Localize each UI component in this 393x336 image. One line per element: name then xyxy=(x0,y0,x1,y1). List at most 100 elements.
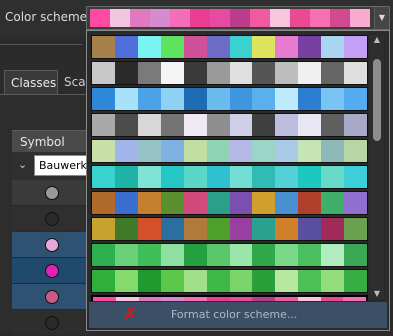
palette-swatch xyxy=(229,244,253,266)
format-color-scheme-item[interactable]: ✗ Format color scheme... xyxy=(89,302,387,328)
palette-swatch xyxy=(275,297,298,301)
palette-swatch xyxy=(183,140,207,162)
preview-swatch xyxy=(230,9,250,27)
palette-swatch xyxy=(137,218,161,240)
palette-swatch xyxy=(92,114,115,136)
palette-swatch xyxy=(298,270,322,292)
palette-swatch xyxy=(160,140,184,162)
palette-option[interactable] xyxy=(91,139,368,163)
palette-swatch xyxy=(137,270,161,292)
palette-swatch xyxy=(252,114,276,136)
palette-swatch xyxy=(275,140,299,162)
palette-swatch xyxy=(275,88,299,110)
palette-swatch xyxy=(344,244,368,266)
palette-swatch xyxy=(344,140,368,162)
preview-swatch xyxy=(270,9,290,27)
palette-swatch xyxy=(298,192,322,214)
palette-swatch xyxy=(160,218,184,240)
palette-swatch xyxy=(275,270,299,292)
palette-option[interactable] xyxy=(91,35,368,59)
palette-swatch xyxy=(229,218,253,240)
table-row[interactable] xyxy=(12,232,90,258)
palette-option[interactable] xyxy=(91,217,368,241)
color-scheme-label: Color scheme xyxy=(5,10,88,24)
preview-swatch xyxy=(110,9,130,27)
symbol-dot-icon xyxy=(45,186,59,200)
palette-swatch xyxy=(298,36,322,58)
palette-swatch xyxy=(161,297,184,301)
symbol-rows xyxy=(12,180,90,336)
table-row[interactable] xyxy=(12,258,90,284)
palette-swatch xyxy=(92,270,115,292)
scrollbar-thumb[interactable] xyxy=(373,59,381,141)
palette-swatch xyxy=(344,218,368,240)
palette-swatch xyxy=(206,192,230,214)
palette-swatch xyxy=(160,166,184,188)
palette-swatch xyxy=(114,140,138,162)
preview-swatch xyxy=(150,9,170,27)
class-name-field[interactable]: Bauwerks xyxy=(34,155,94,176)
palette-swatch xyxy=(252,192,276,214)
palette-swatch xyxy=(298,114,322,136)
table-row[interactable] xyxy=(12,284,90,310)
palette-swatch xyxy=(298,218,322,240)
palette-swatch xyxy=(275,218,299,240)
palette-option[interactable] xyxy=(91,113,368,137)
table-row[interactable]: ⌄ Bauwerks xyxy=(12,152,94,180)
palette-swatch xyxy=(297,297,321,301)
symbol-dot-icon xyxy=(45,264,59,278)
palette-swatch xyxy=(114,114,138,136)
palette-option[interactable] xyxy=(91,243,368,267)
palette-swatch xyxy=(206,297,230,301)
symbol-dot-icon xyxy=(45,290,59,304)
palette-swatch xyxy=(183,270,207,292)
palette-swatch xyxy=(114,244,138,266)
table-row[interactable] xyxy=(12,206,90,232)
palette-swatch xyxy=(275,244,299,266)
palette-swatch xyxy=(320,297,344,301)
palette-swatch xyxy=(344,114,368,136)
preview-swatch xyxy=(210,9,230,27)
palette-swatch xyxy=(298,88,322,110)
chevron-down-icon[interactable]: ⌄ xyxy=(18,158,27,171)
palette-swatch xyxy=(92,166,115,188)
scrollbar[interactable]: ▲ ▼ xyxy=(370,35,384,299)
color-scheme-combobox[interactable]: ▼ xyxy=(86,6,390,30)
preview-swatch xyxy=(250,9,270,27)
palette-swatch xyxy=(275,166,299,188)
palette-swatch xyxy=(344,270,368,292)
palette-option[interactable] xyxy=(91,295,368,301)
palette-swatch xyxy=(114,88,138,110)
palette-option[interactable] xyxy=(91,269,368,293)
palette-swatch xyxy=(321,166,345,188)
palette-swatch xyxy=(275,114,299,136)
palette-swatch xyxy=(252,270,276,292)
preview-swatch xyxy=(170,9,190,27)
palette-swatch xyxy=(183,244,207,266)
palette-swatch xyxy=(137,62,161,84)
palette-swatch xyxy=(275,62,299,84)
dropdown-arrow-icon[interactable]: ▼ xyxy=(374,7,389,29)
palette-swatch xyxy=(137,140,161,162)
tab-scale[interactable]: Scale xyxy=(58,70,88,94)
column-header-symbol[interactable]: Symbol xyxy=(12,130,90,153)
preview-swatch xyxy=(290,9,310,27)
palette-swatch xyxy=(206,270,230,292)
palette-option[interactable] xyxy=(91,87,368,111)
palette-swatch xyxy=(183,88,207,110)
table-row[interactable] xyxy=(12,180,90,206)
palette-swatch xyxy=(114,62,138,84)
palette-option[interactable] xyxy=(91,61,368,85)
table-row[interactable] xyxy=(12,310,90,336)
scroll-up-icon[interactable]: ▲ xyxy=(370,35,384,45)
palette-swatch xyxy=(275,36,299,58)
palette-option[interactable] xyxy=(91,191,368,215)
palette-swatch xyxy=(160,88,184,110)
tab-classes[interactable]: Classes xyxy=(4,70,58,94)
palette-swatch xyxy=(92,36,115,58)
palette-option[interactable] xyxy=(91,165,368,189)
palette-swatch xyxy=(206,114,230,136)
palette-swatch xyxy=(137,114,161,136)
palette-swatch xyxy=(298,166,322,188)
scroll-down-icon[interactable]: ▼ xyxy=(370,289,384,299)
